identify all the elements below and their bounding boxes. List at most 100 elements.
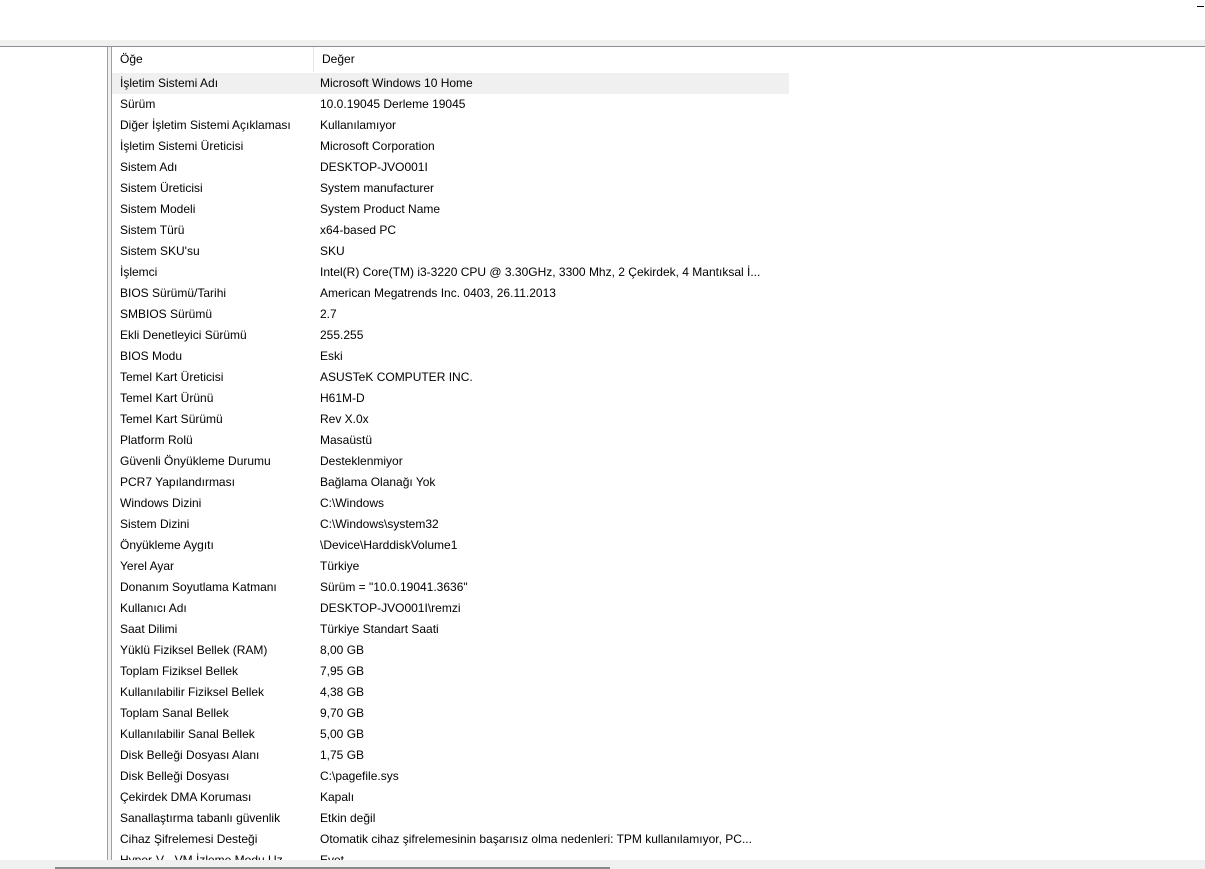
row-value: 7,95 GB [320, 664, 365, 678]
row-item: Kullanılabilir Fiziksel Bellek [120, 685, 265, 699]
horizontal-scrollbar[interactable] [0, 860, 1205, 869]
list-row[interactable]: Temel Kart Sürümü Rev X.0x [112, 409, 789, 430]
row-item: Sistem Dizini [120, 517, 190, 531]
list-rows: İşletim Sistemi Adı Microsoft Windows 10 … [112, 73, 789, 860]
row-value: Microsoft Corporation [320, 139, 435, 153]
row-item: Donanım Soyutlama Katmanı [120, 580, 277, 594]
row-value: 10.0.19045 Derleme 19045 [320, 97, 466, 111]
row-item: Windows Dizini [120, 496, 202, 510]
list-row[interactable]: Sistem Adı DESKTOP-JVO001I [112, 157, 789, 178]
list-row[interactable]: Hyper-V - VM İzleme Modu Uz... Evet [112, 850, 789, 860]
list-row[interactable]: İşlemci Intel(R) Core(TM) i3-3220 CPU @ 3… [112, 262, 789, 283]
list-row[interactable]: İşletim Sistemi Adı Microsoft Windows 10 … [112, 73, 789, 94]
list-row[interactable]: Çekirdek DMA Koruması Kapalı [112, 787, 789, 808]
list-row[interactable]: Sanallaştırma tabanlı güvenlik Etkin deği… [112, 808, 789, 829]
list-row[interactable]: Cihaz Şifrelemesi Desteği Otomatik cihaz … [112, 829, 789, 850]
row-item: Toplam Fiziksel Bellek [120, 664, 239, 678]
list-row[interactable]: Güvenli Önyükleme Durumu Desteklenmiyor [112, 451, 789, 472]
row-value: 9,70 GB [320, 706, 365, 720]
row-value: System manufacturer [320, 181, 435, 195]
list-row[interactable]: Diğer İşletim Sistemi Açıklaması Kullanıl… [112, 115, 789, 136]
list-row[interactable]: Önyükleme Aygıtı \Device\HarddiskVolume1 [112, 535, 789, 556]
list-row[interactable]: Kullanılabilir Sanal Bellek 5,00 GB [112, 724, 789, 745]
list-row[interactable]: PCR7 Yapılandırması Bağlama Olanağı Yok [112, 472, 789, 493]
row-item: Sürüm [120, 97, 156, 111]
list-row[interactable]: İşletim Sistemi Üreticisi Microsoft Corpo… [112, 136, 789, 157]
list-row[interactable]: Donanım Soyutlama Katmanı Sürüm = "10.0.1… [112, 577, 789, 598]
category-tree-pane[interactable] [0, 47, 108, 860]
row-item: Önyükleme Aygıtı [120, 538, 214, 552]
row-value: System Product Name [320, 202, 441, 216]
row-item: Yüklü Fiziksel Bellek (RAM) [120, 643, 268, 657]
list-row[interactable]: Disk Belleği Dosyası C:\pagefile.sys [112, 766, 789, 787]
row-item: İşlemci [120, 265, 158, 279]
row-item: Çekirdek DMA Koruması [120, 790, 252, 804]
row-item: Temel Kart Ürünü [120, 391, 214, 405]
row-value: Rev X.0x [320, 412, 369, 426]
list-row[interactable]: Sistem SKU'su SKU [112, 241, 789, 262]
list-row[interactable]: Yerel Ayar Türkiye [112, 556, 789, 577]
list-row[interactable]: Ekli Denetleyici Sürümü 255.255 [112, 325, 789, 346]
row-value: 1,75 GB [320, 748, 365, 762]
list-row[interactable]: Kullanılabilir Fiziksel Bellek 4,38 GB [112, 682, 789, 703]
list-row[interactable]: Yüklü Fiziksel Bellek (RAM) 8,00 GB [112, 640, 789, 661]
list-row[interactable]: Sistem Dizini C:\Windows\system32 [112, 514, 789, 535]
row-value: 2.7 [320, 307, 337, 321]
minimize-icon[interactable] [1197, 0, 1205, 8]
row-value: 4,38 GB [320, 685, 365, 699]
row-item: Toplam Sanal Bellek [120, 706, 229, 720]
list-row[interactable]: Toplam Fiziksel Bellek 7,95 GB [112, 661, 789, 682]
row-item: Disk Belleği Dosyası [120, 769, 230, 783]
row-item: Disk Belleği Dosyası Alanı [120, 748, 260, 762]
list-row[interactable]: SMBIOS Sürümü 2.7 [112, 304, 789, 325]
row-value: 255.255 [320, 328, 364, 342]
row-value: SKU [320, 244, 345, 258]
row-item: Kullanıcı Adı [120, 601, 187, 615]
column-header-item[interactable]: Öğe [112, 47, 314, 72]
row-item: BIOS Modu [120, 349, 183, 363]
row-value: Kullanılamıyor [320, 118, 397, 132]
row-item: Cihaz Şifrelemesi Desteği [120, 832, 258, 846]
list-row[interactable]: Windows Dizini C:\Windows [112, 493, 789, 514]
row-item: Diğer İşletim Sistemi Açıklaması [120, 118, 291, 132]
list-row[interactable]: Sistem Modeli System Product Name [112, 199, 789, 220]
row-value: Türkiye [320, 559, 360, 573]
details-list: Öğe Değer İşletim Sistemi Adı Microsoft W… [111, 47, 1205, 860]
list-row[interactable]: Platform Rolü Masaüstü [112, 430, 789, 451]
row-value: Microsoft Windows 10 Home [320, 76, 473, 90]
list-row[interactable]: Disk Belleği Dosyası Alanı 1,75 GB [112, 745, 789, 766]
list-row[interactable]: Sürüm 10.0.19045 Derleme 19045 [112, 94, 789, 115]
row-item: Platform Rolü [120, 433, 193, 447]
row-item: Saat Dilimi [120, 622, 178, 636]
list-row[interactable]: Toplam Sanal Bellek 9,70 GB [112, 703, 789, 724]
row-item: PCR7 Yapılandırması [120, 475, 235, 489]
column-header-value[interactable]: Değer [314, 47, 789, 72]
row-value: Masaüstü [320, 433, 373, 447]
row-value: Sürüm = "10.0.19041.3636" [320, 580, 468, 594]
list-row[interactable]: BIOS Modu Eski [112, 346, 789, 367]
list-row[interactable]: Sistem Türü x64-based PC [112, 220, 789, 241]
row-value: DESKTOP-JVO001I\remzi [320, 601, 461, 615]
list-row[interactable]: BIOS Sürümü/Tarihi American Megatrends In… [112, 283, 789, 304]
list-row[interactable]: Temel Kart Ürünü H61M-D [112, 388, 789, 409]
row-value: Otomatik cihaz şifrelemesinin başarısız … [320, 832, 752, 846]
row-value: C:\pagefile.sys [320, 769, 399, 783]
row-item: Temel Kart Sürümü [120, 412, 223, 426]
row-item: İşletim Sistemi Adı [120, 76, 219, 90]
row-value: Intel(R) Core(TM) i3-3220 CPU @ 3.30GHz,… [320, 265, 761, 279]
list-header: Öğe Değer [112, 47, 789, 72]
list-row[interactable]: Temel Kart Üreticisi ASUSTeK COMPUTER INC… [112, 367, 789, 388]
row-item: Sistem Modeli [120, 202, 196, 216]
row-item: Hyper-V - VM İzleme Modu Uz... [120, 853, 293, 860]
row-value: H61M-D [320, 391, 365, 405]
row-item: Sistem Adı [120, 160, 178, 174]
row-value: American Megatrends Inc. 0403, 26.11.201… [320, 286, 556, 300]
list-row[interactable]: Sistem Üreticisi System manufacturer [112, 178, 789, 199]
row-value: Etkin değil [320, 811, 376, 825]
row-item: Sistem SKU'su [120, 244, 200, 258]
row-item: Yerel Ayar [120, 559, 175, 573]
list-row[interactable]: Kullanıcı Adı DESKTOP-JVO001I\remzi [112, 598, 789, 619]
row-value: ASUSTeK COMPUTER INC. [320, 370, 473, 384]
row-item: İşletim Sistemi Üreticisi [120, 139, 244, 153]
list-row[interactable]: Saat Dilimi Türkiye Standart Saati [112, 619, 789, 640]
